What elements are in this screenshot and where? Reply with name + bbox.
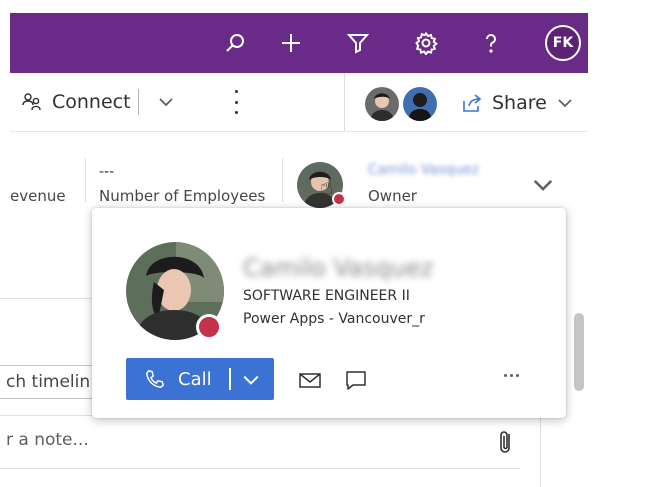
presence-busy-indicator xyxy=(196,314,222,340)
contact-card: Camilo Vasquez SOFTWARE ENGINEER II Powe… xyxy=(92,208,566,418)
phone-icon xyxy=(146,370,164,388)
settings-gear-icon[interactable] xyxy=(411,28,441,58)
contact-job-title: SOFTWARE ENGINEER II xyxy=(243,288,410,304)
connect-button[interactable]: Connect xyxy=(20,90,131,114)
note-input[interactable]: r a note... xyxy=(0,415,520,469)
timeline-search-placeholder: ch timelin xyxy=(6,372,91,392)
call-button[interactable]: Call xyxy=(126,358,274,400)
chevron-down-icon[interactable] xyxy=(158,94,174,110)
email-icon[interactable] xyxy=(298,369,322,391)
owner-label: Owner xyxy=(368,187,417,205)
chat-icon[interactable] xyxy=(344,369,368,391)
divider xyxy=(138,89,139,115)
connect-people-icon xyxy=(22,93,41,111)
divider xyxy=(282,158,283,202)
note-placeholder: r a note... xyxy=(6,430,89,450)
employees-label: Number of Employees xyxy=(99,187,266,205)
top-navigation-bar: FK xyxy=(10,13,588,73)
expand-header-chevron-icon[interactable] xyxy=(532,174,554,196)
divider xyxy=(85,158,86,202)
presence-busy-indicator xyxy=(332,192,346,206)
share-icon xyxy=(463,94,482,112)
search-icon[interactable] xyxy=(220,28,250,58)
share-button[interactable]: Share xyxy=(460,90,573,116)
hand-cursor-icon: ☝ xyxy=(320,175,334,200)
more-options-icon[interactable] xyxy=(233,90,239,114)
scrollbar-thumb[interactable] xyxy=(574,313,584,391)
call-label: Call xyxy=(178,369,212,390)
user-avatar[interactable]: FK xyxy=(545,25,581,61)
help-icon[interactable] xyxy=(476,28,506,58)
divider xyxy=(344,73,345,131)
call-split-divider xyxy=(229,368,231,390)
header-fields: evenue --- Number of Employees ☝ Camilo … xyxy=(10,140,588,210)
revenue-label: evenue xyxy=(10,187,66,205)
add-icon[interactable] xyxy=(276,28,306,58)
attachment-paperclip-icon[interactable] xyxy=(496,428,516,456)
employees-value: --- xyxy=(99,164,115,180)
chevron-down-icon[interactable] xyxy=(242,371,260,389)
share-label: Share xyxy=(492,92,547,114)
contact-company: Power Apps - Vancouver_r xyxy=(243,311,425,327)
chevron-down-icon xyxy=(558,99,572,108)
user-initials: FK xyxy=(552,35,574,51)
collaborator-avatar[interactable] xyxy=(365,87,399,121)
connect-label: Connect xyxy=(52,91,131,113)
collaborator-avatar[interactable] xyxy=(403,87,437,121)
filter-icon[interactable] xyxy=(343,28,373,58)
command-bar: Connect Share xyxy=(10,73,588,132)
contact-name: Camilo Vasquez xyxy=(243,254,434,282)
owner-name-link[interactable]: Camilo Vasquez xyxy=(368,162,479,178)
more-actions-icon[interactable] xyxy=(504,374,519,377)
